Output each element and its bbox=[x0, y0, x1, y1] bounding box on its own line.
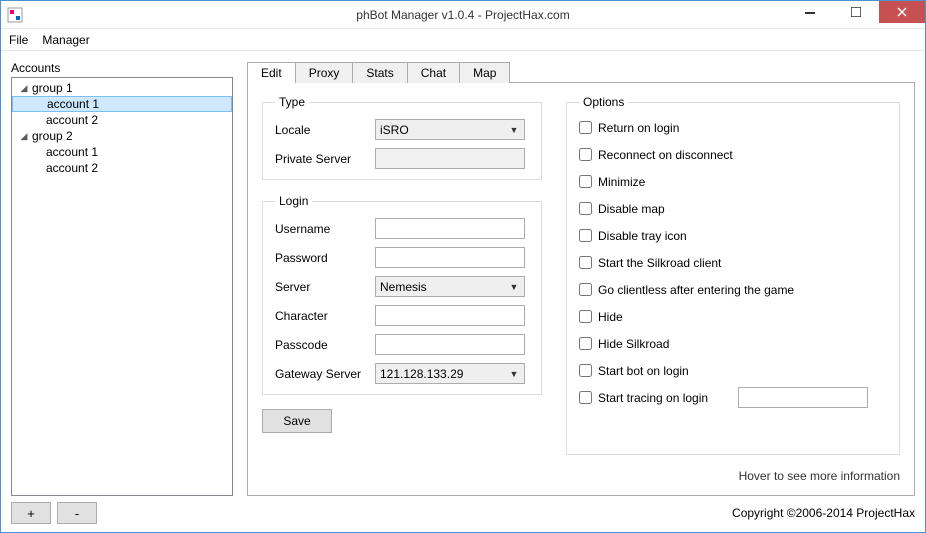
tab-proxy[interactable]: Proxy bbox=[295, 62, 354, 83]
tree-item[interactable]: account 2 bbox=[12, 160, 232, 176]
tab-map[interactable]: Map bbox=[459, 62, 510, 83]
gateway-value[interactable] bbox=[375, 363, 525, 384]
option-label: Return on login bbox=[598, 121, 679, 135]
tree-item-label: account 1 bbox=[47, 97, 99, 111]
tree-item-label: account 2 bbox=[46, 161, 98, 175]
start-tracing-input[interactable] bbox=[738, 387, 868, 408]
option-label: Hide Silkroad bbox=[598, 337, 669, 351]
tree-group[interactable]: ◢ group 1 bbox=[12, 80, 232, 96]
main-panel: Edit Proxy Stats Chat Map Type Locale bbox=[247, 61, 915, 496]
locale-select[interactable]: ▼ bbox=[375, 119, 525, 140]
hover-info: Hover to see more information bbox=[566, 469, 900, 483]
options-group: Options Return on login Reconnect on dis… bbox=[566, 95, 900, 455]
bottom-bar: + - Copyright ©2006-2014 ProjectHax bbox=[1, 496, 925, 532]
start-tracing-checkbox[interactable] bbox=[579, 391, 592, 404]
tree-group-label: group 2 bbox=[32, 129, 73, 143]
close-icon bbox=[897, 7, 907, 17]
app-icon bbox=[7, 7, 23, 23]
tree-item[interactable]: account 1 bbox=[12, 144, 232, 160]
option-label: Go clientless after entering the game bbox=[598, 283, 794, 297]
disable-map-checkbox[interactable] bbox=[579, 202, 592, 215]
tree-item-label: account 1 bbox=[46, 145, 98, 159]
locale-label: Locale bbox=[275, 123, 375, 137]
character-input[interactable] bbox=[375, 305, 525, 326]
login-legend: Login bbox=[275, 194, 312, 208]
window-controls bbox=[787, 1, 925, 23]
expand-icon[interactable]: ◢ bbox=[18, 82, 30, 94]
maximize-button[interactable] bbox=[833, 1, 879, 23]
maximize-icon bbox=[851, 7, 861, 17]
start-client-checkbox[interactable] bbox=[579, 256, 592, 269]
username-label: Username bbox=[275, 222, 375, 236]
password-input[interactable] bbox=[375, 247, 525, 268]
private-server-label: Private Server bbox=[275, 152, 375, 166]
minimize-checkbox[interactable] bbox=[579, 175, 592, 188]
client-area: Accounts ◢ group 1 account 1 account 2 ◢… bbox=[1, 53, 925, 532]
option-label: Start bot on login bbox=[598, 364, 689, 378]
titlebar[interactable]: phBot Manager v1.0.4 - ProjectHax.com bbox=[1, 1, 925, 29]
option-label: Disable tray icon bbox=[598, 229, 687, 243]
passcode-input[interactable] bbox=[375, 334, 525, 355]
option-label: Hide bbox=[598, 310, 623, 324]
tree-item[interactable]: account 2 bbox=[12, 112, 232, 128]
tab-strip: Edit Proxy Stats Chat Map bbox=[247, 62, 915, 83]
close-button[interactable] bbox=[879, 1, 925, 23]
menu-file[interactable]: File bbox=[9, 33, 28, 47]
username-input[interactable] bbox=[375, 218, 525, 239]
type-group: Type Locale ▼ Private Server bbox=[262, 95, 542, 180]
remove-account-button[interactable]: - bbox=[57, 502, 97, 524]
passcode-label: Passcode bbox=[275, 338, 375, 352]
minimize-icon bbox=[805, 7, 815, 17]
option-label: Reconnect on disconnect bbox=[598, 148, 733, 162]
tree-item[interactable]: account 1 bbox=[12, 96, 232, 112]
copyright: Copyright ©2006-2014 ProjectHax bbox=[732, 506, 915, 520]
option-label: Disable map bbox=[598, 202, 665, 216]
disable-tray-checkbox[interactable] bbox=[579, 229, 592, 242]
option-label: Start the Silkroad client bbox=[598, 256, 721, 270]
option-label: Minimize bbox=[598, 175, 645, 189]
app-window: phBot Manager v1.0.4 - ProjectHax.com Fi… bbox=[0, 0, 926, 533]
type-legend: Type bbox=[275, 95, 309, 109]
password-label: Password bbox=[275, 251, 375, 265]
tab-stats[interactable]: Stats bbox=[352, 62, 407, 83]
start-bot-checkbox[interactable] bbox=[579, 364, 592, 377]
tree-item-label: account 2 bbox=[46, 113, 98, 127]
tab-panel-edit: Type Locale ▼ Private Server bbox=[247, 82, 915, 496]
menu-manager[interactable]: Manager bbox=[42, 33, 89, 47]
menubar: File Manager bbox=[1, 29, 925, 51]
add-account-button[interactable]: + bbox=[11, 502, 51, 524]
sidebar-label: Accounts bbox=[11, 61, 233, 75]
hide-checkbox[interactable] bbox=[579, 310, 592, 323]
option-label: Start tracing on login bbox=[598, 391, 708, 405]
server-select[interactable]: ▼ bbox=[375, 276, 525, 297]
tab-chat[interactable]: Chat bbox=[407, 62, 460, 83]
expand-icon[interactable]: ◢ bbox=[18, 130, 30, 142]
minimize-button[interactable] bbox=[787, 1, 833, 23]
accounts-tree[interactable]: ◢ group 1 account 1 account 2 ◢ group 2 bbox=[11, 77, 233, 496]
return-on-login-checkbox[interactable] bbox=[579, 121, 592, 134]
login-group: Login Username Password bbox=[262, 194, 542, 395]
server-label: Server bbox=[275, 280, 375, 294]
options-legend: Options bbox=[579, 95, 628, 109]
save-button[interactable]: Save bbox=[262, 409, 332, 433]
tree-group-label: group 1 bbox=[32, 81, 73, 95]
gateway-select[interactable]: ▼ bbox=[375, 363, 525, 384]
private-server-input bbox=[375, 148, 525, 169]
character-label: Character bbox=[275, 309, 375, 323]
go-clientless-checkbox[interactable] bbox=[579, 283, 592, 296]
gateway-label: Gateway Server bbox=[275, 367, 375, 381]
hide-silkroad-checkbox[interactable] bbox=[579, 337, 592, 350]
tree-group[interactable]: ◢ group 2 bbox=[12, 128, 232, 144]
locale-value[interactable] bbox=[375, 119, 525, 140]
sidebar: Accounts ◢ group 1 account 1 account 2 ◢… bbox=[11, 61, 233, 496]
tab-edit[interactable]: Edit bbox=[247, 62, 296, 83]
reconnect-checkbox[interactable] bbox=[579, 148, 592, 161]
server-value[interactable] bbox=[375, 276, 525, 297]
